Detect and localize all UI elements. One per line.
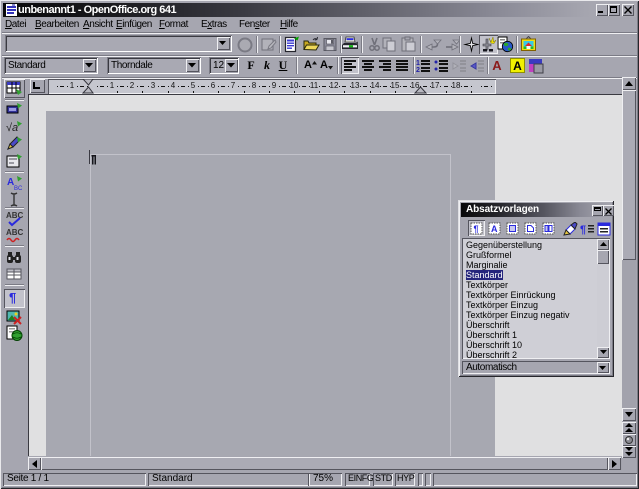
svg-text:1: 1 — [416, 60, 420, 67]
svg-text:¶: ¶ — [474, 224, 479, 234]
svg-text:A: A — [491, 224, 498, 234]
svg-text:¶: ¶ — [580, 224, 586, 236]
svg-text:2: 2 — [416, 67, 420, 73]
svg-text:√a: √a — [6, 122, 18, 134]
svg-text:ABC: ABC — [6, 228, 23, 237]
